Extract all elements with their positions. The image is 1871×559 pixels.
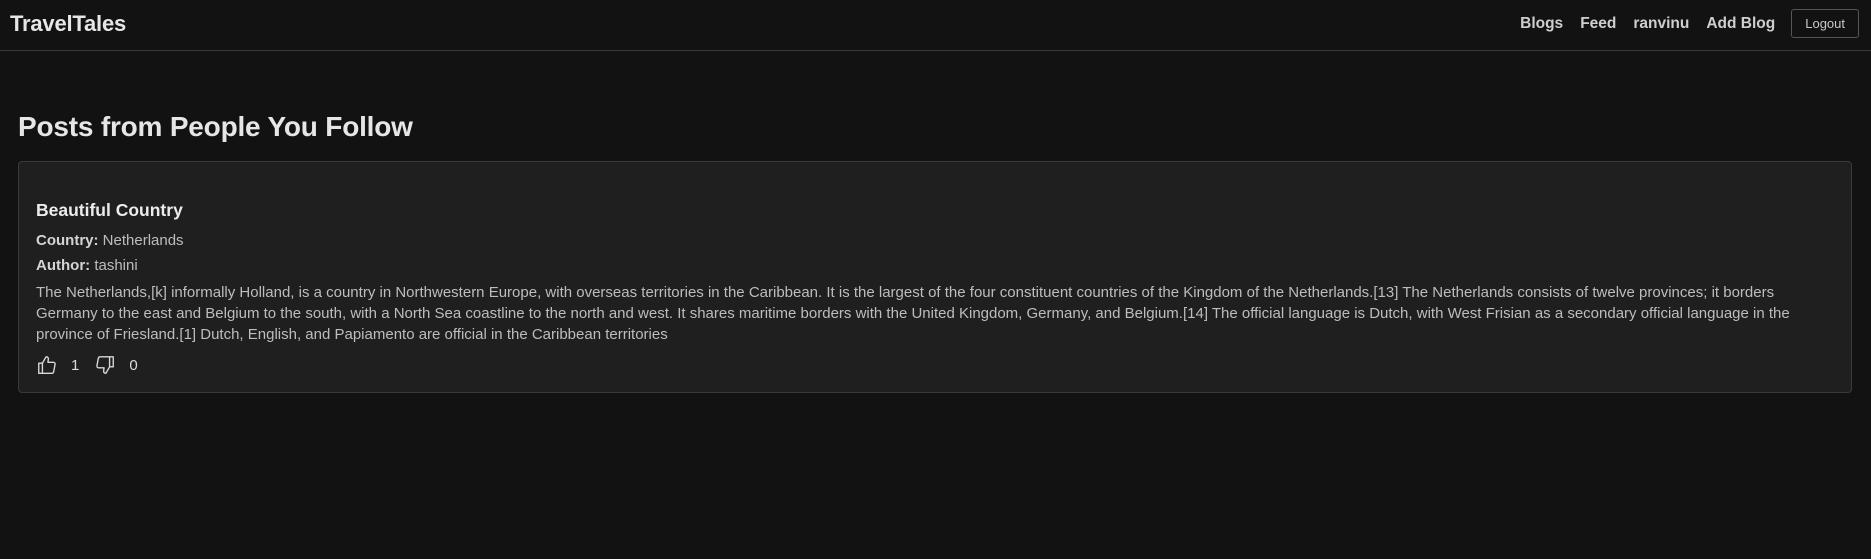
post-country: Country: Netherlands: [36, 232, 184, 249]
logout-button[interactable]: Logout: [1791, 9, 1859, 38]
nav-link-blogs[interactable]: Blogs: [1520, 15, 1563, 33]
author-value: tashini: [94, 257, 138, 274]
top-navbar: TravelTales Blogs Feed ranvinu Add Blog …: [0, 0, 1871, 51]
thumbs-up-icon: [38, 356, 56, 374]
thumbs-down-icon: [96, 356, 115, 374]
nav-link-profile[interactable]: ranvinu: [1633, 15, 1689, 33]
post-title: Beautiful Country: [36, 200, 183, 220]
nav-link-add-blog[interactable]: Add Blog: [1706, 15, 1775, 33]
country-label: Country:: [36, 232, 99, 249]
nav-link-feed[interactable]: Feed: [1580, 15, 1616, 33]
dislike-button[interactable]: 0: [94, 354, 138, 376]
like-count: 1: [71, 356, 80, 374]
dislike-count: 0: [129, 356, 138, 374]
country-value: Netherlands: [102, 232, 184, 249]
brand-logo[interactable]: TravelTales: [10, 11, 126, 37]
page-title: Posts from People You Follow: [18, 111, 413, 142]
post-reactions: 1 0: [36, 354, 138, 376]
like-button[interactable]: 1: [36, 354, 79, 376]
post-author: Author: tashini: [36, 257, 138, 274]
post-card: Beautiful Country Country: Netherlands A…: [18, 161, 1852, 393]
post-body: The Netherlands,[k] informally Holland, …: [36, 284, 1790, 343]
author-label: Author:: [36, 257, 91, 274]
nav-links: Blogs Feed ranvinu Add Blog Logout: [1503, 9, 1859, 38]
